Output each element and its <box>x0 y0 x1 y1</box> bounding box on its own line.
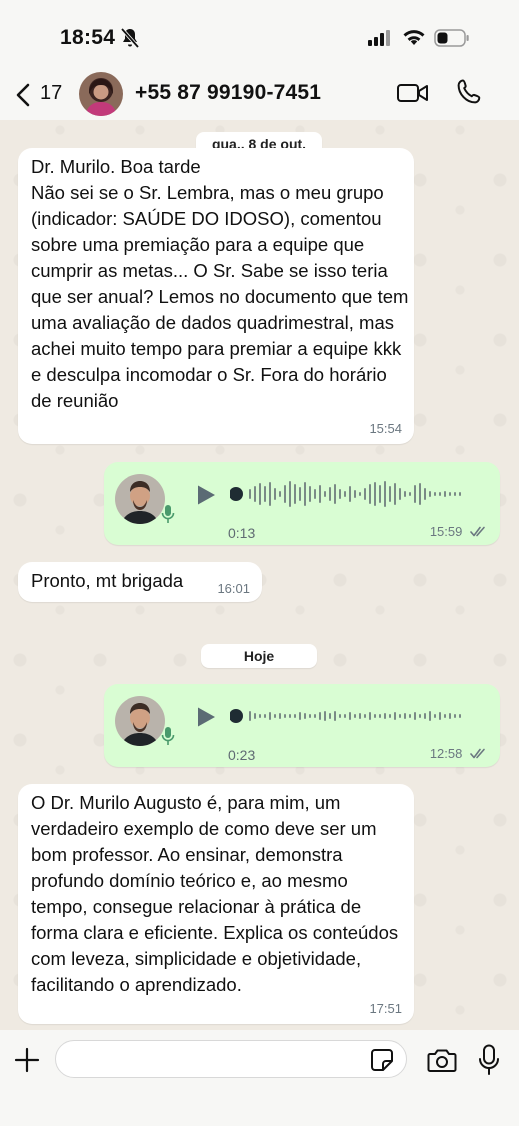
message-time-text: 15:59 <box>429 524 463 539</box>
sender-avatar <box>115 474 165 524</box>
status-time: 18:54 <box>60 26 116 49</box>
date-separator: Hoje <box>201 644 317 668</box>
signal-icon <box>368 30 390 46</box>
voice-duration: 0:23 <box>228 747 256 763</box>
message-input[interactable] <box>55 1040 407 1078</box>
unread-count[interactable]: 17 <box>40 82 62 105</box>
phone-icon[interactable] <box>456 78 482 106</box>
wifi-icon <box>403 30 425 45</box>
sender-avatar <box>115 696 165 746</box>
sticker-icon[interactable] <box>370 1048 394 1072</box>
camera-icon[interactable] <box>427 1047 457 1073</box>
outgoing-voice-message[interactable]: 0:23 12:58 <box>104 684 500 767</box>
message-text: Pronto, mt brigada <box>31 570 184 591</box>
message-text: Dr. Murilo. Boa tarde Não sei se o Sr. L… <box>31 156 409 411</box>
mic-icon <box>161 727 175 745</box>
double-check-icon <box>470 526 485 537</box>
incoming-message[interactable]: Dr. Murilo. Boa tarde Não sei se o Sr. L… <box>18 148 414 444</box>
waveform[interactable] <box>230 701 480 731</box>
message-time: 15:54 <box>369 421 402 436</box>
composer-bar <box>0 1030 519 1126</box>
incoming-message[interactable]: O Dr. Murilo Augusto é, para mim, um ver… <box>18 784 414 1024</box>
message-time: 15:59 <box>430 524 488 539</box>
message-time: 17:51 <box>369 1001 402 1016</box>
play-icon[interactable] <box>196 484 216 506</box>
voice-duration: 0:13 <box>228 525 256 541</box>
message-text: O Dr. Murilo Augusto é, para mim, um ver… <box>31 792 399 995</box>
mic-icon[interactable] <box>478 1044 500 1076</box>
plus-icon[interactable] <box>14 1047 40 1073</box>
status-bar: 18:54 <box>0 0 519 72</box>
incoming-message[interactable]: Pronto, mt brigada 16:01 <box>18 562 262 602</box>
chat-header: 17 +55 87 99190-7451 <box>0 72 519 120</box>
outgoing-voice-message[interactable]: 0:13 15:59 <box>104 462 500 545</box>
video-call-icon[interactable] <box>396 80 430 106</box>
bell-off-icon <box>120 27 140 49</box>
waveform[interactable] <box>230 479 480 509</box>
message-time: 16:01 <box>217 581 250 596</box>
battery-icon <box>434 29 469 47</box>
message-time-text: 12:58 <box>429 746 463 761</box>
message-time: 12:58 <box>430 746 488 761</box>
mic-icon <box>161 505 175 523</box>
double-check-icon <box>470 748 485 759</box>
back-chevron-icon[interactable] <box>14 82 32 108</box>
contact-name[interactable]: +55 87 99190-7451 <box>135 81 321 105</box>
play-icon[interactable] <box>196 706 216 728</box>
contact-avatar[interactable] <box>79 72 123 116</box>
